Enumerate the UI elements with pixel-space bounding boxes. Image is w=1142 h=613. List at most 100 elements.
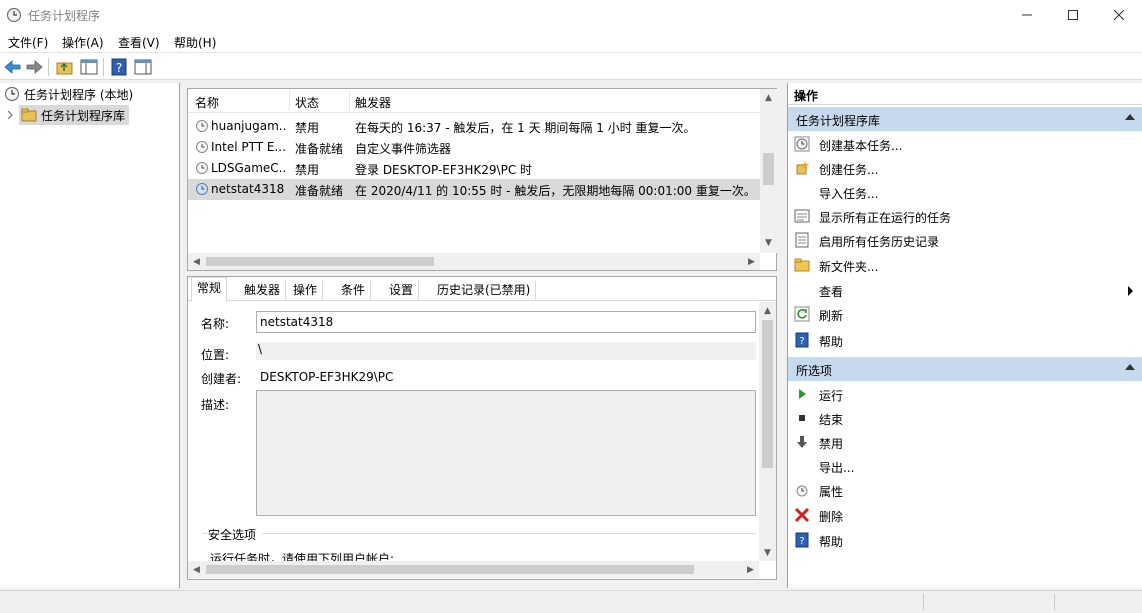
stop-icon	[799, 415, 805, 421]
task-status: 准备就绪	[295, 184, 344, 198]
location-label: 位置:	[201, 348, 230, 362]
task-detail: 常规 触发器 操作 条件 设置 历史记录(已禁用) 名称: netstat431…	[187, 276, 777, 580]
section-library[interactable]: 任务计划程序库	[788, 107, 1142, 131]
action-run[interactable]: 运行	[788, 382, 1142, 406]
up-folder-icon[interactable]	[55, 57, 75, 77]
column-header-trigger[interactable]: 触发器	[355, 94, 391, 111]
tree-library-label: 任务计划程序库	[41, 108, 126, 123]
tab-triggers[interactable]: 触发器	[238, 280, 287, 301]
author-value: DESKTOP-EF3HK29\PC	[260, 370, 394, 384]
scroll-right-icon[interactable]: ▶	[743, 253, 760, 270]
task-status: 禁用	[295, 121, 320, 135]
running-tasks-icon	[794, 209, 810, 223]
scroll-up-icon[interactable]: ▲	[759, 302, 776, 319]
task-trigger: 自定义事件筛选器	[355, 142, 452, 156]
action-show-running[interactable]: 显示所有正在运行的任务	[788, 204, 1142, 228]
task-name: huanjugam...	[211, 119, 287, 133]
task-name: Intel PTT E...	[211, 140, 286, 154]
action-import-task[interactable]: 导入任务...	[788, 180, 1142, 204]
column-header-status[interactable]: 状态	[295, 94, 319, 111]
collapse-icon[interactable]	[1125, 364, 1135, 370]
action-help[interactable]: ? 帮助	[788, 328, 1142, 352]
task-status: 准备就绪	[295, 142, 344, 156]
action-new-folder[interactable]: 新文件夹...	[788, 253, 1142, 277]
title-bar: 任务计划程序	[0, 0, 1142, 30]
action-refresh[interactable]: 刷新	[788, 302, 1142, 326]
action-view[interactable]: 查看	[788, 278, 1142, 302]
detail-horizontal-scrollbar[interactable]: ◀ ▶	[188, 561, 759, 578]
forward-arrow-icon[interactable]	[24, 57, 44, 77]
tree-expander[interactable]	[6, 105, 14, 125]
menu-view[interactable]: 查看(V)	[118, 34, 160, 51]
tab-conditions[interactable]: 条件	[335, 280, 372, 301]
scroll-thumb[interactable]	[206, 565, 694, 574]
back-arrow-icon[interactable]	[3, 57, 23, 77]
action-disable[interactable]: 禁用	[788, 430, 1142, 454]
tree-root-label: 任务计划程序 (本地)	[24, 87, 134, 102]
scroll-up-icon[interactable]: ▲	[760, 89, 777, 106]
menu-bar: 文件(F) 操作(A) 查看(V) 帮助(H)	[0, 30, 1142, 52]
scroll-down-icon[interactable]: ▼	[759, 544, 776, 561]
column-divider[interactable]	[289, 91, 290, 111]
action-create-task[interactable]: 创建任务...	[788, 156, 1142, 180]
description-field[interactable]	[256, 390, 756, 516]
menu-file[interactable]: 文件(F)	[8, 34, 48, 51]
action-properties[interactable]: 属性	[788, 478, 1142, 502]
scroll-thumb[interactable]	[206, 257, 434, 266]
menu-action[interactable]: 操作(A)	[62, 34, 104, 51]
tab-settings[interactable]: 设置	[383, 280, 420, 301]
window-title: 任务计划程序	[28, 9, 101, 23]
task-clock-icon	[196, 120, 208, 132]
folder-icon	[794, 258, 810, 272]
tab-actions[interactable]: 操作	[287, 280, 324, 301]
action-create-basic-task[interactable]: 创建基本任务...	[788, 132, 1142, 156]
scroll-thumb[interactable]	[763, 153, 774, 185]
scroll-right-icon[interactable]: ▶	[742, 561, 759, 578]
action-export[interactable]: 导出...	[788, 454, 1142, 478]
scroll-left-icon[interactable]: ◀	[188, 253, 205, 270]
minimize-button[interactable]	[1004, 0, 1050, 30]
task-star-icon	[796, 161, 809, 175]
task-trigger: 在 2020/4/11 的 10:55 时 - 触发后，无限期地每隔 00:01…	[355, 184, 756, 198]
clock-icon	[794, 136, 810, 152]
show-action-pane-icon[interactable]	[133, 57, 153, 77]
collapse-icon[interactable]	[1125, 114, 1135, 120]
play-icon	[799, 389, 806, 399]
maximize-button[interactable]	[1050, 0, 1096, 30]
tree-item-root[interactable]: 任务计划程序 (本地)	[4, 84, 133, 104]
list-horizontal-scrollbar[interactable]: ◀ ▶	[188, 253, 760, 270]
scroll-left-icon[interactable]: ◀	[188, 561, 205, 578]
task-row-selected[interactable]: netstat4318 准备就绪 在 2020/4/11 的 10:55 时 -…	[188, 179, 760, 200]
close-button[interactable]	[1096, 0, 1142, 30]
help-icon: ?	[795, 532, 809, 548]
tree-item-library[interactable]: 任务计划程序库	[19, 105, 129, 125]
scroll-thumb[interactable]	[762, 320, 773, 468]
actions-pane: 操作 任务计划程序库 创建基本任务... 创建任务... 导入任务... 显示所…	[787, 83, 1142, 588]
section-selected-item[interactable]: 所选项	[788, 357, 1142, 381]
location-value: \	[258, 342, 263, 356]
svg-text:?: ?	[799, 336, 804, 347]
toolbar: ?	[0, 52, 1142, 80]
column-divider[interactable]	[349, 91, 350, 111]
help-icon[interactable]: ?	[109, 57, 129, 77]
task-status: 禁用	[295, 163, 320, 177]
menu-help[interactable]: 帮助(H)	[174, 34, 216, 51]
action-end[interactable]: 结束	[788, 406, 1142, 430]
detail-vertical-scrollbar[interactable]: ▲ ▼	[759, 302, 776, 561]
tab-general[interactable]: 常规	[191, 277, 228, 302]
task-list: 名称 状态 触发器 huanjugam... 禁用 在每天的 16:37 - 触…	[187, 88, 777, 271]
task-row[interactable]: huanjugam... 禁用 在每天的 16:37 - 触发后，在 1 天 期…	[188, 116, 760, 137]
action-help-selected[interactable]: ? 帮助	[788, 528, 1142, 552]
task-row[interactable]: Intel PTT E... 准备就绪 自定义事件筛选器	[188, 137, 760, 158]
action-delete[interactable]: 删除	[788, 503, 1142, 527]
scroll-down-icon[interactable]: ▼	[760, 234, 777, 251]
action-enable-history[interactable]: 启用所有任务历史记录	[788, 228, 1142, 252]
task-row[interactable]: LDSGameC... 禁用 登录 DESKTOP-EF3HK29\PC 时	[188, 158, 760, 179]
folder-icon	[21, 108, 37, 122]
tab-history[interactable]: 历史记录(已禁用)	[431, 280, 537, 301]
list-vertical-scrollbar[interactable]: ▲ ▼	[760, 89, 777, 253]
name-field[interactable]: netstat4318	[256, 311, 756, 333]
task-trigger: 登录 DESKTOP-EF3HK29\PC 时	[355, 163, 533, 177]
column-header-name[interactable]: 名称	[195, 94, 219, 111]
show-hide-console-icon[interactable]	[79, 57, 99, 77]
